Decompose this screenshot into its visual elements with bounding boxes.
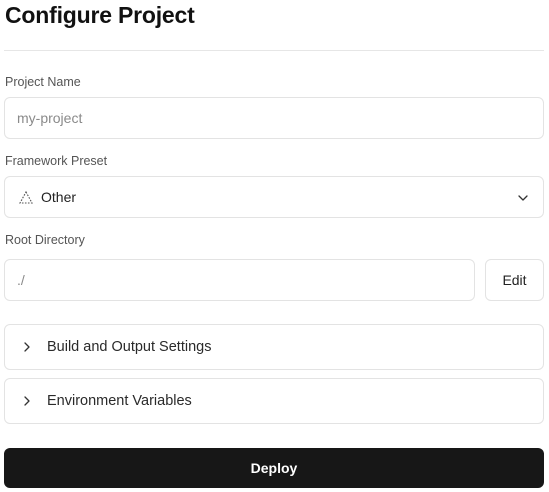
root-directory-label: Root Directory (5, 233, 85, 247)
edit-button[interactable]: Edit (485, 259, 544, 301)
deploy-button[interactable]: Deploy (4, 448, 544, 488)
chevron-right-icon (23, 395, 33, 407)
project-name-input[interactable]: my-project (4, 97, 544, 139)
environment-variables-label: Environment Variables (47, 393, 192, 409)
framework-preset-value: Other (41, 189, 77, 205)
build-output-settings-label: Build and Output Settings (47, 339, 212, 355)
environment-variables-section[interactable]: Environment Variables (4, 378, 544, 424)
root-directory-value: ./ (17, 272, 25, 288)
framework-preset-label: Framework Preset (5, 154, 108, 168)
build-output-settings-section[interactable]: Build and Output Settings (4, 324, 544, 370)
root-directory-input[interactable]: ./ (4, 259, 475, 301)
project-name-placeholder: my-project (17, 110, 83, 126)
chevron-right-icon (23, 341, 33, 353)
page-title: Configure Project (5, 2, 195, 28)
project-name-label: Project Name (5, 75, 81, 89)
header-divider (4, 50, 544, 51)
triangle-dotted-icon (19, 190, 33, 204)
framework-preset-select[interactable]: Other (4, 176, 544, 218)
chevron-down-icon (517, 191, 529, 203)
